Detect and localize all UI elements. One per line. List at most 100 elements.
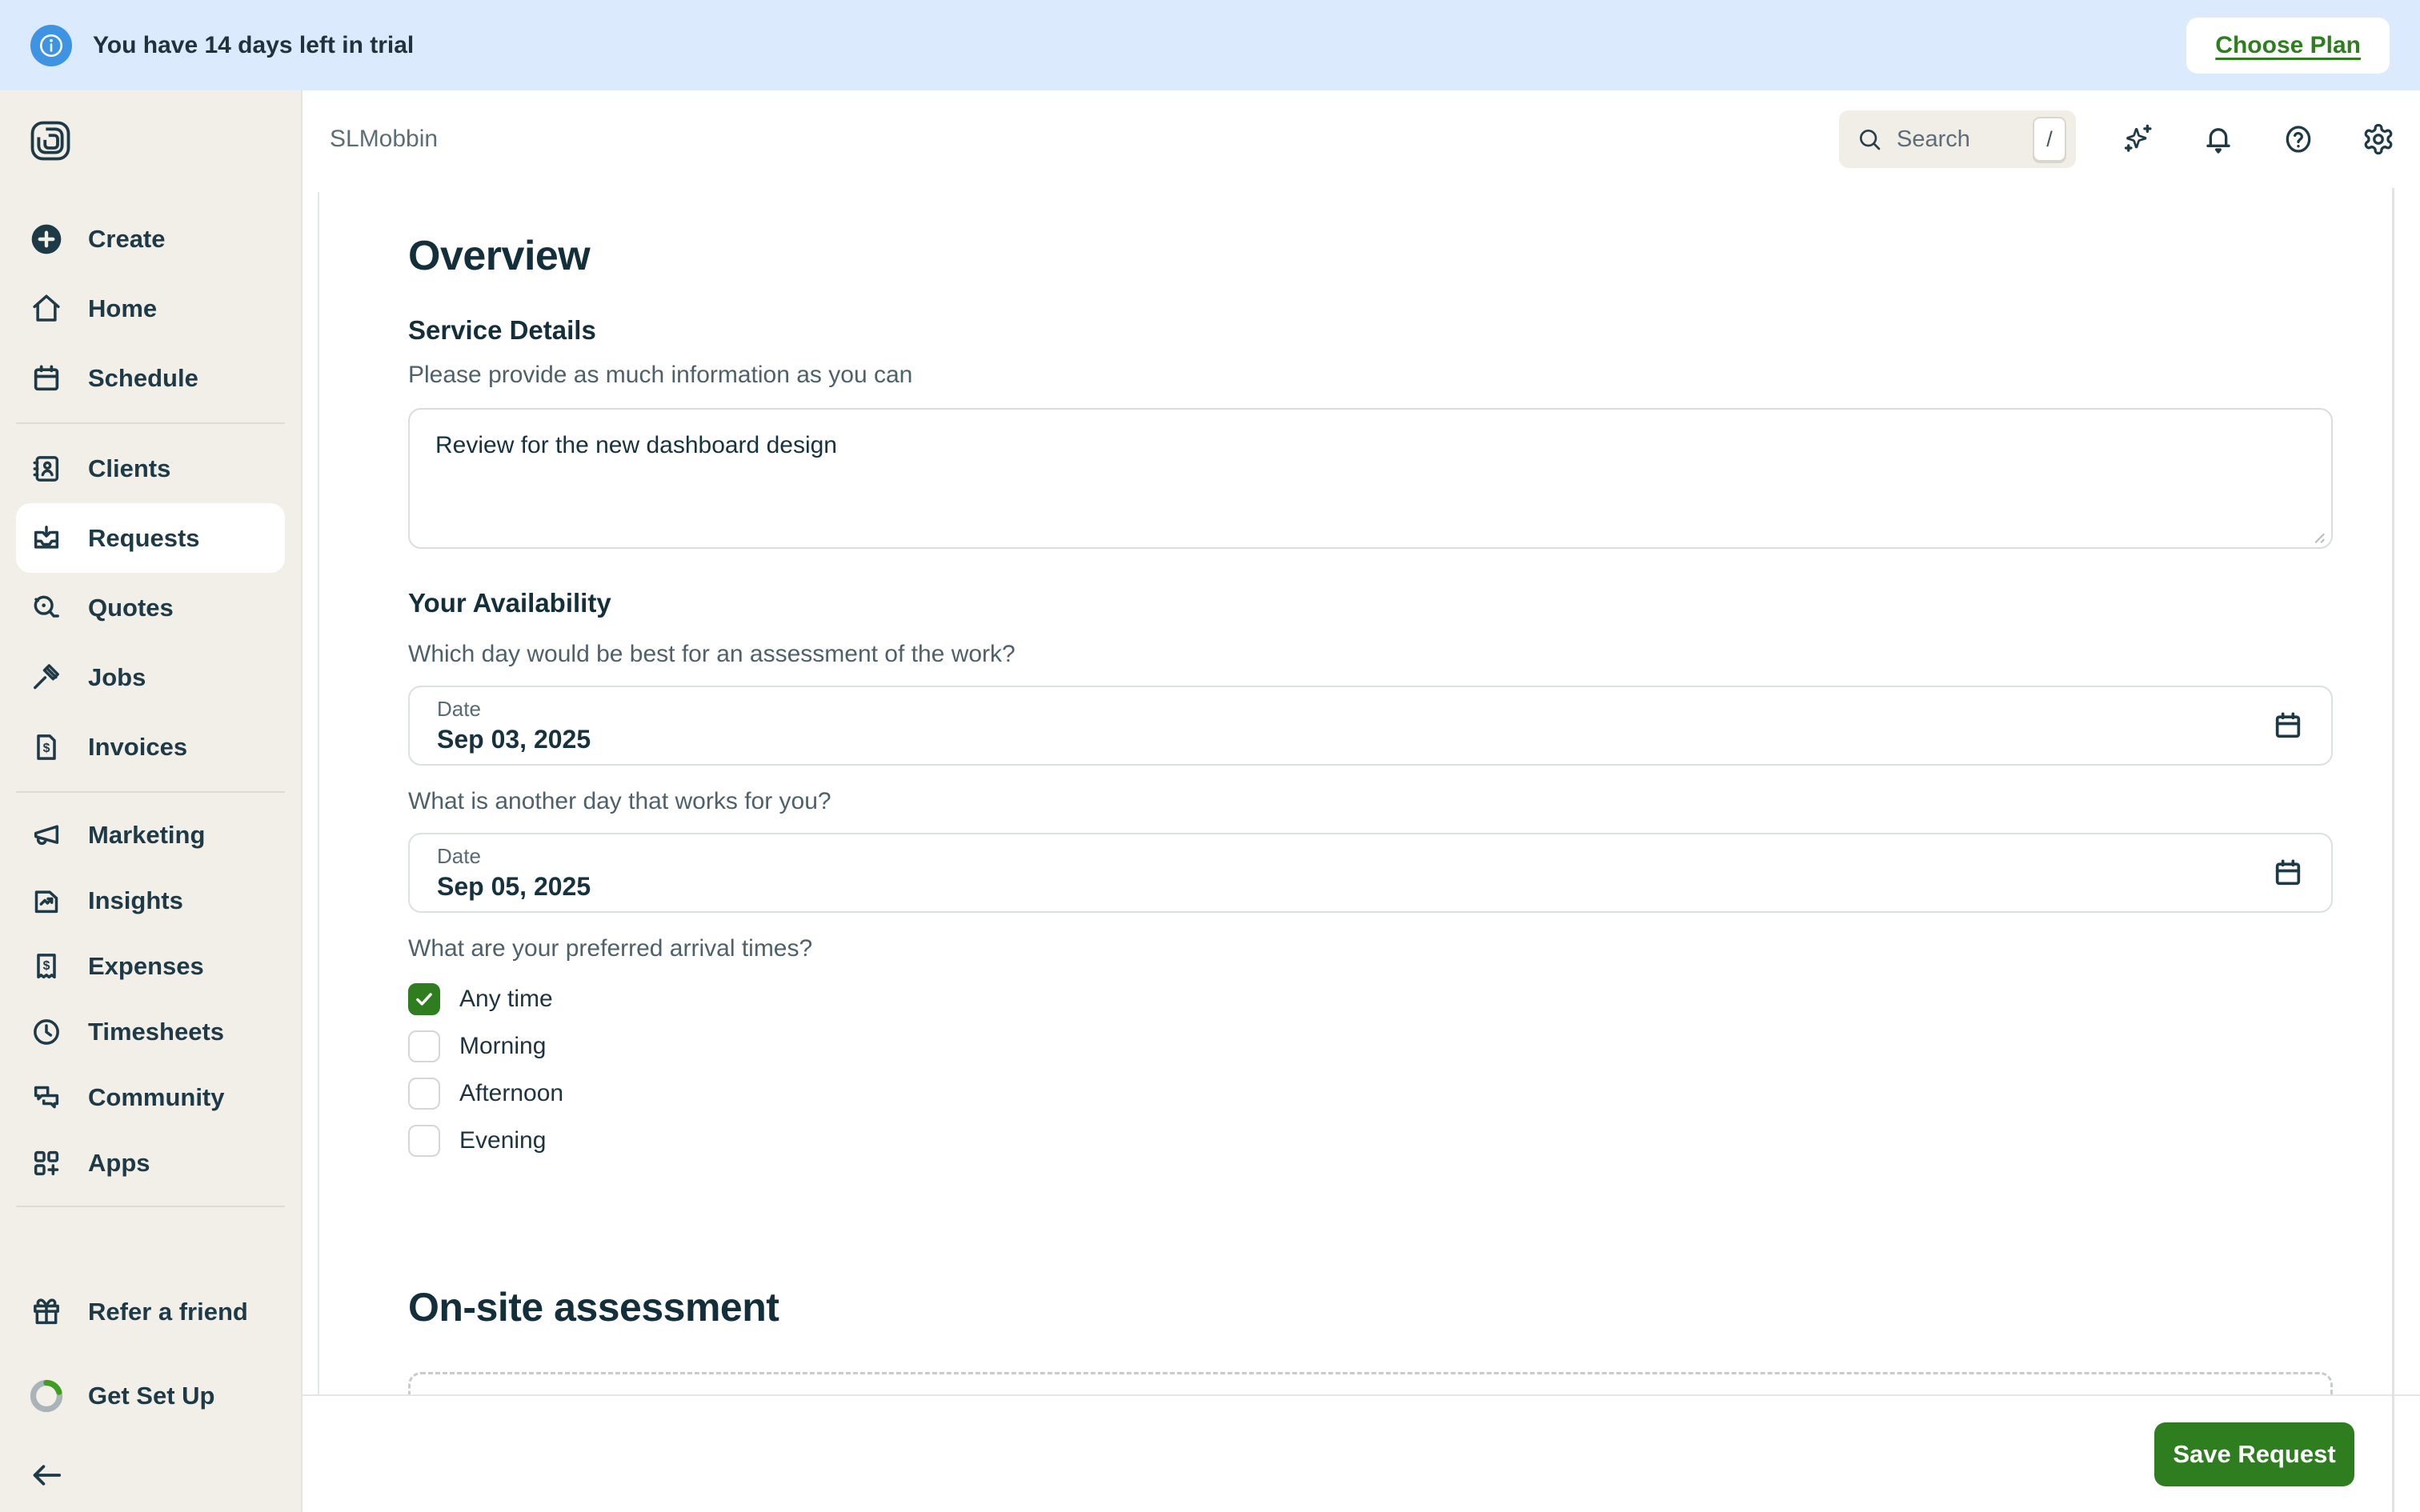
sidebar-item-label: Get Set Up [88, 1382, 214, 1410]
search-icon [1857, 126, 1882, 152]
sidebar-item-label: Quotes [88, 594, 174, 622]
check-icon [414, 989, 435, 1010]
option-any-time[interactable]: Any time [408, 975, 2333, 1022]
receipt-icon: $ [29, 949, 64, 984]
sidebar-item-label: Marketing [88, 821, 205, 850]
sidebar-item-refer-a-friend[interactable]: Refer a friend [16, 1277, 285, 1346]
sidebar-item-label: Home [88, 294, 157, 323]
progress-ring-icon [29, 1378, 64, 1414]
clock-icon [29, 1014, 64, 1050]
service-details-input[interactable] [408, 408, 2333, 549]
calendar-icon[interactable] [2272, 710, 2304, 742]
option-label: Afternoon [459, 1080, 563, 1107]
bell-icon [2202, 123, 2234, 155]
sidebar-item-label: Refer a friend [88, 1298, 248, 1326]
invoice-icon: $ [29, 730, 64, 765]
hammer-icon [29, 660, 64, 695]
calendar-icon[interactable] [2272, 857, 2304, 889]
sidebar-item-timesheets[interactable]: Timesheets [16, 999, 285, 1065]
plus-circle-icon [29, 222, 64, 257]
sidebar-item-label: Apps [88, 1149, 150, 1178]
checkbox[interactable] [408, 1125, 440, 1157]
breadcrumb: SLMobbin [330, 126, 438, 153]
settings-button[interactable] [2361, 122, 2396, 157]
search-shortcut-key: / [2033, 117, 2066, 162]
help-button[interactable] [2281, 122, 2316, 157]
page-title: Overview [408, 232, 2333, 280]
onsite-assessment-heading: On-site assessment [408, 1284, 2333, 1330]
date-field-2[interactable]: Date Sep 05, 2025 [408, 833, 2333, 913]
date-value: Sep 05, 2025 [437, 872, 591, 902]
search-input[interactable]: Search / [1839, 110, 2076, 168]
checkbox[interactable] [408, 1030, 440, 1062]
grid-plus-icon [29, 1146, 64, 1181]
save-request-button[interactable]: Save Request [2154, 1422, 2354, 1486]
sidebar: Create Home Schedule Clients [0, 90, 302, 1512]
checkbox[interactable] [408, 1078, 440, 1110]
sidebar-item-clients[interactable]: Clients [16, 434, 285, 503]
sidebar-item-community[interactable]: Community [16, 1065, 285, 1130]
availability-question-2: What is another day that works for you? [408, 788, 2333, 815]
sidebar-divider [16, 791, 285, 793]
svg-text:$: $ [43, 742, 50, 755]
collapse-sidebar-button[interactable] [29, 1459, 67, 1491]
resize-handle-icon[interactable] [2309, 527, 2326, 545]
chat-bubbles-icon [29, 1080, 64, 1115]
address-book-icon [29, 451, 64, 486]
sidebar-divider [16, 1206, 285, 1207]
sidebar-item-label: Community [88, 1083, 225, 1112]
sparkles-icon [2122, 122, 2155, 156]
quote-tag-icon [29, 590, 64, 626]
date-field-1[interactable]: Date Sep 03, 2025 [408, 686, 2333, 766]
notifications-button[interactable] [2201, 122, 2236, 157]
calendar-icon [29, 361, 64, 396]
availability-question-3: What are your preferred arrival times? [408, 935, 2333, 962]
sidebar-item-insights[interactable]: Insights [16, 868, 285, 934]
svg-text:$: $ [43, 959, 50, 973]
sidebar-item-label: Schedule [88, 364, 198, 393]
search-placeholder: Search [1897, 126, 1970, 153]
sidebar-item-requests[interactable]: Requests [16, 503, 285, 573]
sidebar-item-expenses[interactable]: $ Expenses [16, 934, 285, 999]
sidebar-item-apps[interactable]: Apps [16, 1130, 285, 1196]
topbar: SLMobbin Search / [302, 90, 2420, 188]
availability-question-1: Which day would be best for an assessmen… [408, 641, 2333, 668]
service-details-heading: Service Details [408, 315, 2333, 346]
sidebar-item-get-set-up[interactable]: Get Set Up [16, 1361, 285, 1430]
sidebar-item-label: Create [88, 225, 166, 254]
help-icon [2282, 123, 2314, 155]
sidebar-item-quotes[interactable]: Quotes [16, 573, 285, 642]
sidebar-item-invoices[interactable]: $ Invoices [16, 712, 285, 782]
checkbox[interactable] [408, 983, 440, 1015]
sidebar-nav: Create Home Schedule Clients [0, 204, 301, 1217]
sidebar-item-label: Requests [88, 524, 200, 553]
sidebar-item-label: Clients [88, 454, 170, 483]
service-details-hint: Please provide as much information as yo… [408, 362, 2333, 389]
option-label: Evening [459, 1127, 546, 1154]
trial-banner: You have 14 days left in trial Choose Pl… [0, 0, 2420, 90]
arrow-left-icon [29, 1461, 67, 1490]
option-morning[interactable]: Morning [408, 1022, 2333, 1070]
date-label: Date [437, 697, 591, 722]
app-logo[interactable] [29, 119, 301, 162]
choose-plan-button[interactable]: Choose Plan [2186, 18, 2390, 74]
ai-assistant-button[interactable] [2121, 122, 2156, 157]
sidebar-item-label: Invoices [88, 733, 187, 762]
date-value: Sep 03, 2025 [437, 725, 591, 754]
arrival-time-options: Any time Morning Afternoon [408, 975, 2333, 1164]
option-evening[interactable]: Evening [408, 1117, 2333, 1164]
home-icon [29, 291, 64, 326]
onsite-assessment-dropzone[interactable] [408, 1372, 2333, 1394]
sidebar-item-label: Timesheets [88, 1018, 224, 1046]
sidebar-item-label: Jobs [88, 663, 146, 692]
info-icon [30, 25, 72, 66]
sidebar-item-schedule[interactable]: Schedule [16, 343, 285, 413]
sidebar-item-create[interactable]: Create [16, 204, 285, 274]
sidebar-divider [16, 422, 285, 424]
sidebar-item-marketing[interactable]: Marketing [16, 802, 285, 868]
request-form: Overview Service Details Please provide … [302, 188, 2420, 1394]
sidebar-item-home[interactable]: Home [16, 274, 285, 343]
option-afternoon[interactable]: Afternoon [408, 1070, 2333, 1117]
sidebar-item-jobs[interactable]: Jobs [16, 642, 285, 712]
gear-icon [2362, 122, 2395, 156]
